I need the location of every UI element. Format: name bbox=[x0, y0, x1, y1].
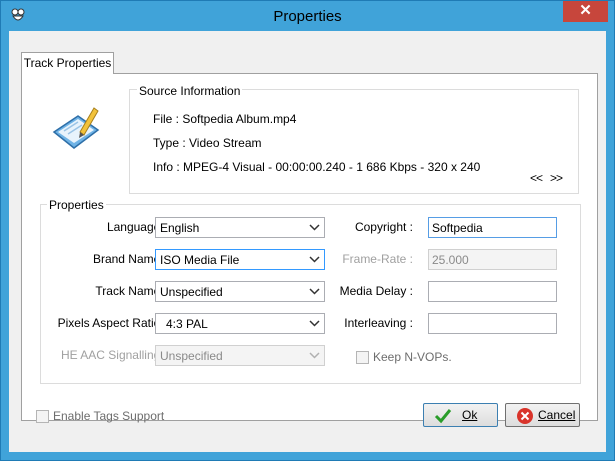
pixels-aspect-ratio-value: 4:3 PAL bbox=[166, 317, 208, 331]
title-bar[interactable]: Properties ✕ bbox=[1, 1, 614, 31]
media-delay-label: Media Delay : bbox=[339, 284, 413, 298]
interleaving-input[interactable] bbox=[428, 313, 557, 334]
window-title: Properties bbox=[273, 8, 342, 25]
ok-button-label: Ok bbox=[462, 408, 478, 422]
pixels-aspect-ratio-select[interactable]: 4:3 PAL bbox=[155, 313, 325, 334]
properties-group: Properties Language : English Brand Name… bbox=[40, 198, 581, 384]
source-information-group: Source Information File : Softpedia Albu… bbox=[129, 84, 579, 194]
next-track-button[interactable]: >> bbox=[550, 171, 563, 185]
keep-nvops-label: Keep N-VOPs. bbox=[373, 350, 452, 364]
close-button[interactable]: ✕ bbox=[563, 1, 608, 22]
chevron-down-icon bbox=[309, 352, 320, 359]
source-file-line: File : Softpedia Album.mp4 bbox=[153, 112, 297, 126]
pixels-aspect-ratio-label: Pixels Aspect Ratio : bbox=[57, 316, 167, 330]
source-information-title: Source Information bbox=[137, 84, 243, 98]
keep-nvops-checkbox bbox=[356, 351, 369, 364]
copyright-input[interactable]: Softpedia bbox=[428, 217, 557, 238]
frame-rate-value: 25.000 bbox=[432, 253, 469, 267]
properties-group-title: Properties bbox=[47, 198, 106, 212]
chevron-down-icon bbox=[309, 256, 320, 263]
language-value: English bbox=[160, 221, 200, 235]
source-type-line: Type : Video Stream bbox=[153, 136, 262, 150]
chevron-down-icon bbox=[309, 320, 320, 327]
properties-edit-icon bbox=[52, 107, 100, 149]
interleaving-label: Interleaving : bbox=[344, 316, 413, 330]
enable-tags-label: Enable Tags Support bbox=[53, 409, 165, 423]
checkmark-icon bbox=[434, 409, 452, 424]
source-info-line: Info : MPEG-4 Visual - 00:00:00.240 - 1 … bbox=[153, 160, 481, 174]
language-select[interactable]: English bbox=[155, 217, 325, 238]
copyright-value: Softpedia bbox=[432, 221, 483, 235]
copyright-label: Copyright : bbox=[354, 220, 413, 234]
he-aac-signalling-value: Unspecified bbox=[160, 349, 223, 363]
he-aac-signalling-select: Unspecified bbox=[155, 345, 325, 366]
ok-button[interactable]: Ok bbox=[423, 403, 498, 427]
enable-tags-checkbox bbox=[36, 410, 49, 423]
brand-name-value: ISO Media File bbox=[160, 253, 240, 267]
he-aac-signalling-label: HE AAC Signalling : bbox=[60, 348, 167, 362]
chevron-down-icon bbox=[309, 288, 320, 295]
track-properties-panel: Source Information File : Softpedia Albu… bbox=[21, 73, 598, 421]
chevron-down-icon bbox=[309, 224, 320, 231]
brand-name-select[interactable]: ISO Media File bbox=[155, 249, 325, 270]
close-icon: ✕ bbox=[579, 2, 592, 19]
frame-rate-input: 25.000 bbox=[428, 249, 557, 270]
track-name-value: Unspecified bbox=[160, 285, 223, 299]
previous-track-button[interactable]: << bbox=[530, 171, 543, 185]
cancel-icon bbox=[517, 408, 533, 424]
media-delay-input[interactable] bbox=[428, 281, 557, 302]
cancel-button-label: Cancel bbox=[538, 408, 576, 422]
frame-rate-label: Frame-Rate : bbox=[342, 252, 413, 266]
track-name-select[interactable]: Unspecified bbox=[155, 281, 325, 302]
properties-window: Properties ✕ Track Properties Source Inf… bbox=[0, 0, 615, 461]
cancel-button[interactable]: Cancel bbox=[505, 403, 580, 427]
tab-track-properties[interactable]: Track Properties bbox=[21, 52, 114, 74]
dialog-client-area: Track Properties Source Information File… bbox=[9, 31, 606, 452]
